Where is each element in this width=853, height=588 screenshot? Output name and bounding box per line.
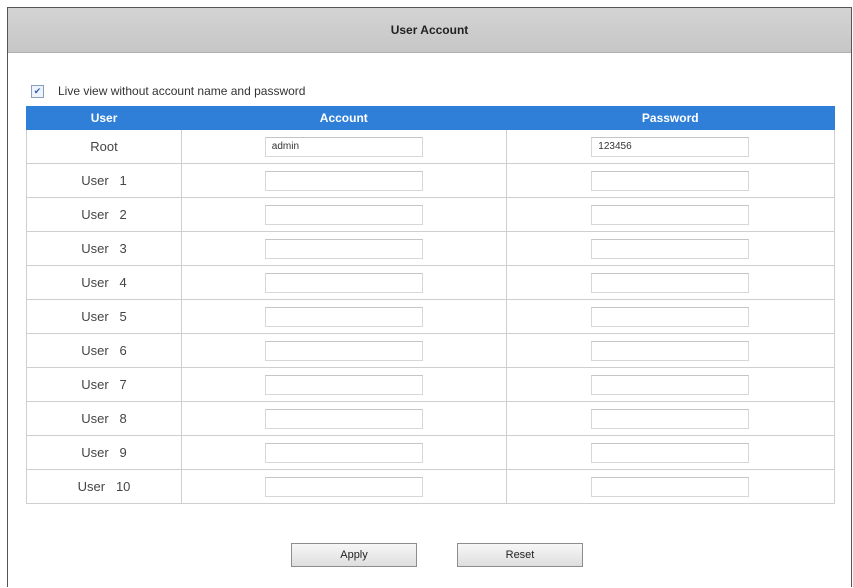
user-cell: User 1 xyxy=(25,163,183,198)
account-cell xyxy=(181,401,507,436)
user-label: User 10 xyxy=(77,479,131,494)
password-input[interactable] xyxy=(591,136,750,157)
password-cell xyxy=(505,299,836,334)
live-view-option: ✔ Live view without account name and pas… xyxy=(31,84,305,98)
table-row: Root xyxy=(25,129,836,164)
password-input[interactable] xyxy=(591,238,750,259)
user-label: User 5 xyxy=(81,309,127,324)
table-row: User 6 xyxy=(25,333,836,368)
account-input[interactable] xyxy=(264,340,423,361)
table-row: User 8 xyxy=(25,401,836,436)
user-cell: User 3 xyxy=(25,231,183,266)
password-cell xyxy=(505,265,836,300)
table-row: User 3 xyxy=(25,231,836,266)
user-label: User 3 xyxy=(81,241,127,256)
password-cell xyxy=(505,197,836,232)
table-row: User 7 xyxy=(25,367,836,402)
user-cell: User 6 xyxy=(25,333,183,368)
account-cell xyxy=(181,197,507,232)
password-input[interactable] xyxy=(591,374,750,395)
column-header-account: Account xyxy=(181,106,507,130)
account-input[interactable] xyxy=(264,170,423,191)
user-label: User 4 xyxy=(81,275,127,290)
account-input[interactable] xyxy=(264,374,423,395)
user-cell: User 8 xyxy=(25,401,183,436)
account-cell xyxy=(181,435,507,470)
account-cell xyxy=(181,333,507,368)
account-input[interactable] xyxy=(264,272,423,293)
password-input[interactable] xyxy=(591,306,750,327)
password-input[interactable] xyxy=(591,408,750,429)
user-label: User 6 xyxy=(81,343,127,358)
table-row: User 9 xyxy=(25,435,836,470)
user-cell: User 9 xyxy=(25,435,183,470)
account-cell xyxy=(181,231,507,266)
account-input[interactable] xyxy=(264,408,423,429)
user-label: User 7 xyxy=(81,377,127,392)
password-input[interactable] xyxy=(591,204,750,225)
password-input[interactable] xyxy=(591,340,750,361)
password-cell xyxy=(505,469,836,504)
user-label: User 8 xyxy=(81,411,127,426)
password-input[interactable] xyxy=(591,170,750,191)
user-cell: User 2 xyxy=(25,197,183,232)
user-label: User 1 xyxy=(81,173,127,188)
password-cell xyxy=(505,367,836,402)
user-label: User 2 xyxy=(81,207,127,222)
column-header-password: Password xyxy=(505,106,836,130)
account-cell xyxy=(181,163,507,198)
user-account-table: User Account Password Root User 1 User 2 Us… xyxy=(25,106,836,504)
account-cell xyxy=(181,469,507,504)
live-view-checkbox[interactable]: ✔ xyxy=(31,84,44,98)
account-input[interactable] xyxy=(264,306,423,327)
table-body: Root User 1 User 2 User 3 User 4 User 5 User 6… xyxy=(25,129,836,504)
account-cell xyxy=(181,299,507,334)
account-input[interactable] xyxy=(264,238,423,259)
account-input[interactable] xyxy=(264,442,423,463)
table-row: User 2 xyxy=(25,197,836,232)
reset-button[interactable]: Reset xyxy=(457,543,583,567)
page-title: User Account xyxy=(390,23,469,37)
account-input[interactable] xyxy=(264,204,423,225)
password-input[interactable] xyxy=(591,442,750,463)
user-cell: Root xyxy=(25,129,183,164)
account-cell xyxy=(181,129,507,164)
user-cell: User 5 xyxy=(25,299,183,334)
user-label: Root xyxy=(90,139,118,154)
user-cell: User 10 xyxy=(25,469,183,504)
account-cell xyxy=(181,367,507,402)
password-input[interactable] xyxy=(591,272,750,293)
account-input[interactable] xyxy=(264,476,423,497)
table-row: User 1 xyxy=(25,163,836,198)
table-row: User 4 xyxy=(25,265,836,300)
password-cell xyxy=(505,435,836,470)
user-label: User 9 xyxy=(81,445,127,460)
user-cell: User 4 xyxy=(25,265,183,300)
live-view-label: Live view without account name and passw… xyxy=(58,84,306,98)
password-cell xyxy=(505,401,836,436)
column-header-user: User xyxy=(25,106,183,130)
user-cell: User 7 xyxy=(25,367,183,402)
account-input[interactable] xyxy=(264,136,423,157)
table-row: User 10 xyxy=(25,469,836,504)
table-row: User 5 xyxy=(25,299,836,334)
apply-button[interactable]: Apply xyxy=(291,543,417,567)
account-cell xyxy=(181,265,507,300)
panel-title-bar: User Account xyxy=(8,8,851,53)
password-cell xyxy=(505,129,836,164)
password-cell xyxy=(505,231,836,266)
password-input[interactable] xyxy=(591,476,750,497)
checkmark-icon: ✔ xyxy=(33,85,42,96)
table-header-row: User Account Password xyxy=(25,106,836,130)
password-cell xyxy=(505,333,836,368)
password-cell xyxy=(505,163,836,198)
